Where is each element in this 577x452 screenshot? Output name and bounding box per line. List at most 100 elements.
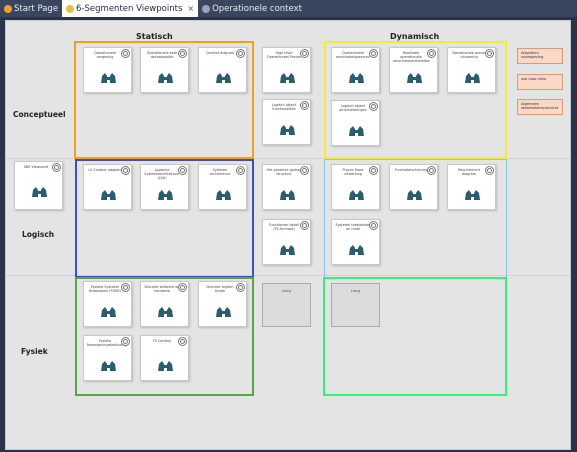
binoculars-icon	[158, 190, 173, 200]
row-label-logisch: Logisch	[22, 230, 55, 239]
diagram-icon	[66, 4, 75, 13]
viewpoint-node[interactable]: Logisch object omschakelingen	[331, 100, 380, 146]
node-label: Functiebeschrijving	[394, 168, 428, 172]
row-label-fysiek: Fysiek	[21, 347, 48, 356]
binoculars-icon	[158, 307, 173, 317]
node-label: Operationele proces uitvoering	[451, 51, 487, 59]
binoculars-icon	[280, 245, 295, 255]
viewpoint-node[interactable]: Fysieke Systeem Breakdown (FSBD)	[83, 281, 132, 327]
viewpoint-icon	[236, 49, 245, 58]
viewpoint-node[interactable]: Functioneel detail (FS-formaat)	[262, 219, 311, 265]
binoculars-icon	[349, 190, 364, 200]
diagram-icon	[202, 4, 211, 13]
viewpoint-node[interactable]: High level Operationeel Proces	[262, 47, 311, 93]
viewpoint-node[interactable]: Discrete logisch fysiek	[198, 281, 247, 327]
binoculars-icon	[407, 73, 422, 83]
viewpoint-node[interactable]: Het generiek gedrag structuur	[262, 164, 311, 210]
viewpoint-icon	[178, 337, 187, 346]
viewpoint-node[interactable]: SBS Viewpoint	[14, 161, 63, 210]
note-use-case-view[interactable]: use case view	[517, 74, 563, 90]
binoculars-icon	[465, 73, 480, 83]
binoculars-icon	[158, 361, 173, 371]
viewpoint-icon	[121, 283, 130, 292]
column-header-dynamisch: Dynamisch	[390, 32, 440, 41]
viewpoint-icon	[178, 49, 187, 58]
node-label: High level Operationeel Proces	[266, 51, 302, 59]
tab-label: Start Page	[14, 3, 59, 14]
viewpoint-node[interactable]: Context diagram	[198, 47, 247, 93]
start-page-icon	[4, 4, 12, 13]
binoculars-icon	[216, 190, 231, 200]
tab-label: Operationele context	[212, 3, 302, 14]
viewpoint-icon	[178, 166, 187, 175]
node-label: SBS Viewpoint	[23, 165, 49, 169]
viewpoint-node[interactable]: Systeem architectuur	[198, 164, 247, 210]
close-icon[interactable]: ×	[187, 4, 194, 13]
row-label-conceptueel: Conceptueel	[13, 110, 66, 119]
note-afspraken-naamgeving[interactable]: Afspraken naamgeving	[517, 48, 563, 64]
tab-bar: Start Page 6-Segmenten Viewpoints × Oper…	[0, 0, 577, 17]
node-label: Operationele omgeving	[94, 51, 116, 59]
viewpoint-icon	[236, 283, 245, 292]
binoculars-icon	[216, 307, 231, 317]
node-label: Operationele omschakelspaneren	[336, 51, 370, 59]
viewpoint-node[interactable]: Operationele omschakelspaneren	[331, 47, 380, 93]
node-label: Realisatie operationele omschakelactivit…	[393, 51, 431, 63]
diagram-canvas[interactable]: Statisch Dynamisch Conceptueel Logisch F…	[5, 20, 571, 450]
tab-6-segmenten-viewpoints[interactable]: 6-Segmenten Viewpoints ×	[62, 0, 199, 17]
tab-start-page[interactable]: Start Page	[0, 0, 62, 17]
node-label: Logisch object omschakelingen	[339, 104, 367, 112]
binoculars-icon	[101, 73, 116, 83]
viewpoint-node[interactable]: Operationele taak decompositie	[140, 47, 189, 93]
viewpoint-icon	[300, 49, 309, 58]
node-label: Functioneel detail (FS-formaat)	[268, 223, 300, 231]
empty-placeholder[interactable]: Leeg	[262, 283, 311, 327]
binoculars-icon	[349, 73, 364, 83]
viewpoint-icon	[427, 49, 436, 58]
viewpoint-icon	[178, 283, 187, 292]
viewpoint-icon	[369, 102, 378, 111]
node-label: Systeem architectuur	[209, 168, 231, 176]
viewpoint-node[interactable]: Logische Systeemarchitectuur (LSA)	[140, 164, 189, 210]
binoculars-icon	[101, 361, 116, 371]
binoculars-icon	[407, 190, 422, 200]
tab-operationele-context[interactable]: Operationele context	[198, 0, 306, 17]
node-label: Logische Systeemarchitectuur (LSA)	[144, 168, 180, 180]
binoculars-icon	[158, 73, 173, 83]
node-label: Fysieke Systeem Breakdown (FSBD)	[89, 285, 121, 293]
viewpoint-icon	[121, 337, 130, 346]
viewpoint-node[interactable]: Operationele proces uitvoering	[447, 47, 496, 93]
tab-label: 6-Segmenten Viewpoints	[76, 3, 183, 14]
binoculars-icon	[280, 73, 295, 83]
viewpoint-node[interactable]: Operationele omgeving	[83, 47, 132, 93]
node-label: Systeem toestanden en modi	[335, 223, 371, 231]
placeholder-label: Leeg	[350, 288, 361, 293]
binoculars-icon	[465, 190, 480, 200]
node-label: Proces flows uitwerking	[342, 168, 364, 176]
binoculars-icon	[101, 190, 116, 200]
viewpoint-icon	[369, 49, 378, 58]
node-label: FS Context	[152, 339, 172, 343]
note-stakeholderoverzicht[interactable]: Algemeen stakeholderoverzicht	[517, 99, 563, 115]
viewpoint-node[interactable]: FS Context	[140, 335, 189, 381]
viewpoint-node[interactable]: LV Context diagram	[83, 164, 132, 210]
viewpoint-node[interactable]: Discrete software op hardware	[140, 281, 189, 327]
viewpoint-icon	[121, 49, 130, 58]
viewpoint-icon	[485, 49, 494, 58]
node-label: Het generiek gedrag structuur	[266, 168, 302, 176]
viewpoint-node[interactable]: Requirement diagram	[447, 164, 496, 210]
empty-placeholder[interactable]: Leeg	[331, 283, 380, 327]
binoculars-icon	[349, 245, 364, 255]
viewpoint-node[interactable]: Realisatie operationele omschakelactivit…	[389, 47, 438, 93]
viewpoint-icon	[369, 221, 378, 230]
node-label: Discrete software op hardware	[144, 285, 180, 293]
viewpoint-node[interactable]: Systeem toestanden en modi	[331, 219, 380, 265]
viewpoint-icon	[300, 101, 309, 110]
binoculars-icon	[32, 187, 47, 197]
viewpoint-icon	[300, 166, 309, 175]
viewpoint-node[interactable]: Functiebeschrijving	[389, 164, 438, 210]
viewpoint-node[interactable]: Logisch object functionaliteit	[262, 99, 311, 145]
viewpoint-node[interactable]: Proces flows uitwerking	[331, 164, 380, 210]
viewpoint-icon	[369, 166, 378, 175]
viewpoint-node[interactable]: Fysieke Naamgevingsbeslissing	[83, 335, 132, 381]
